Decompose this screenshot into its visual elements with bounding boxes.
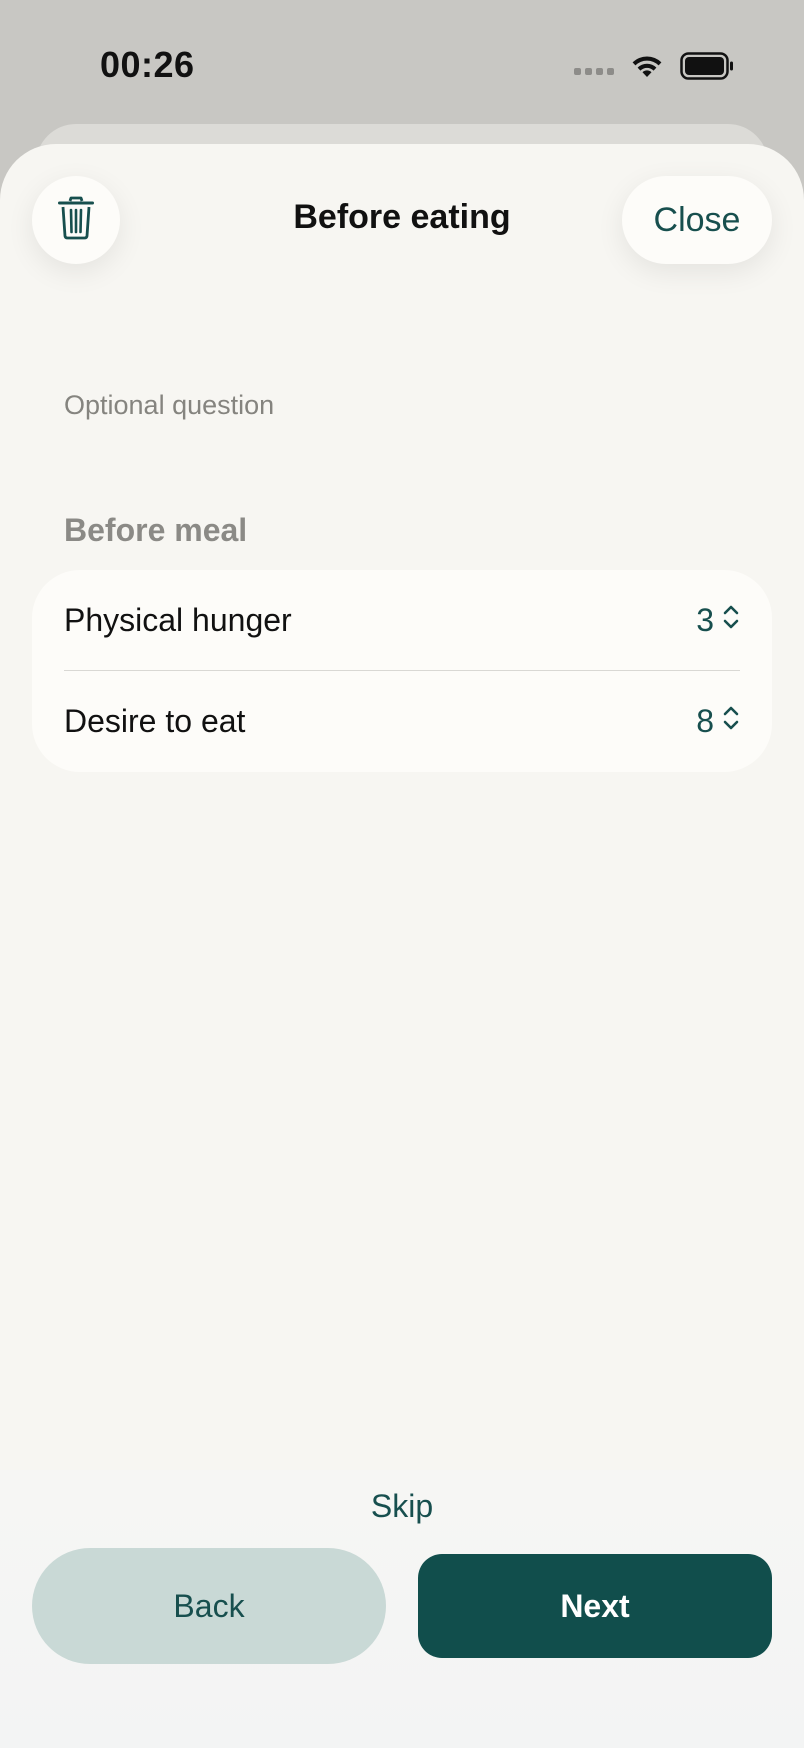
- rating-value: 8: [696, 703, 714, 739]
- wifi-icon: [630, 53, 664, 79]
- close-button[interactable]: Close: [622, 176, 772, 264]
- chevron-up-down-icon: [722, 602, 740, 639]
- status-bar: 00:26: [0, 0, 804, 120]
- battery-icon: [680, 52, 734, 80]
- rating-value: 3: [696, 602, 714, 638]
- rating-label: Physical hunger: [64, 602, 292, 638]
- rating-row-desire-to-eat[interactable]: Desire to eat 8: [64, 671, 740, 772]
- rating-card: Physical hunger 3 Desire to eat 8: [32, 570, 772, 772]
- status-time: 00:26: [100, 44, 195, 85]
- rating-picker[interactable]: 8: [696, 703, 740, 740]
- section-title: Before meal: [64, 512, 248, 548]
- status-icons: [574, 48, 734, 84]
- optional-question-label: Optional question: [64, 390, 275, 420]
- next-button[interactable]: Next: [418, 1554, 772, 1658]
- rating-row-physical-hunger[interactable]: Physical hunger 3: [64, 570, 740, 671]
- bottom-action-bar: Skip Back Next: [0, 1470, 804, 1748]
- rating-picker[interactable]: 3: [696, 602, 740, 639]
- screen: 00:26 Before eating Close Optional quest…: [0, 0, 804, 1748]
- back-button[interactable]: Back: [32, 1548, 386, 1664]
- chevron-up-down-icon: [722, 703, 740, 740]
- cellular-signal-icon: [574, 67, 614, 75]
- rating-label: Desire to eat: [64, 703, 246, 739]
- skip-button[interactable]: Skip: [0, 1488, 804, 1525]
